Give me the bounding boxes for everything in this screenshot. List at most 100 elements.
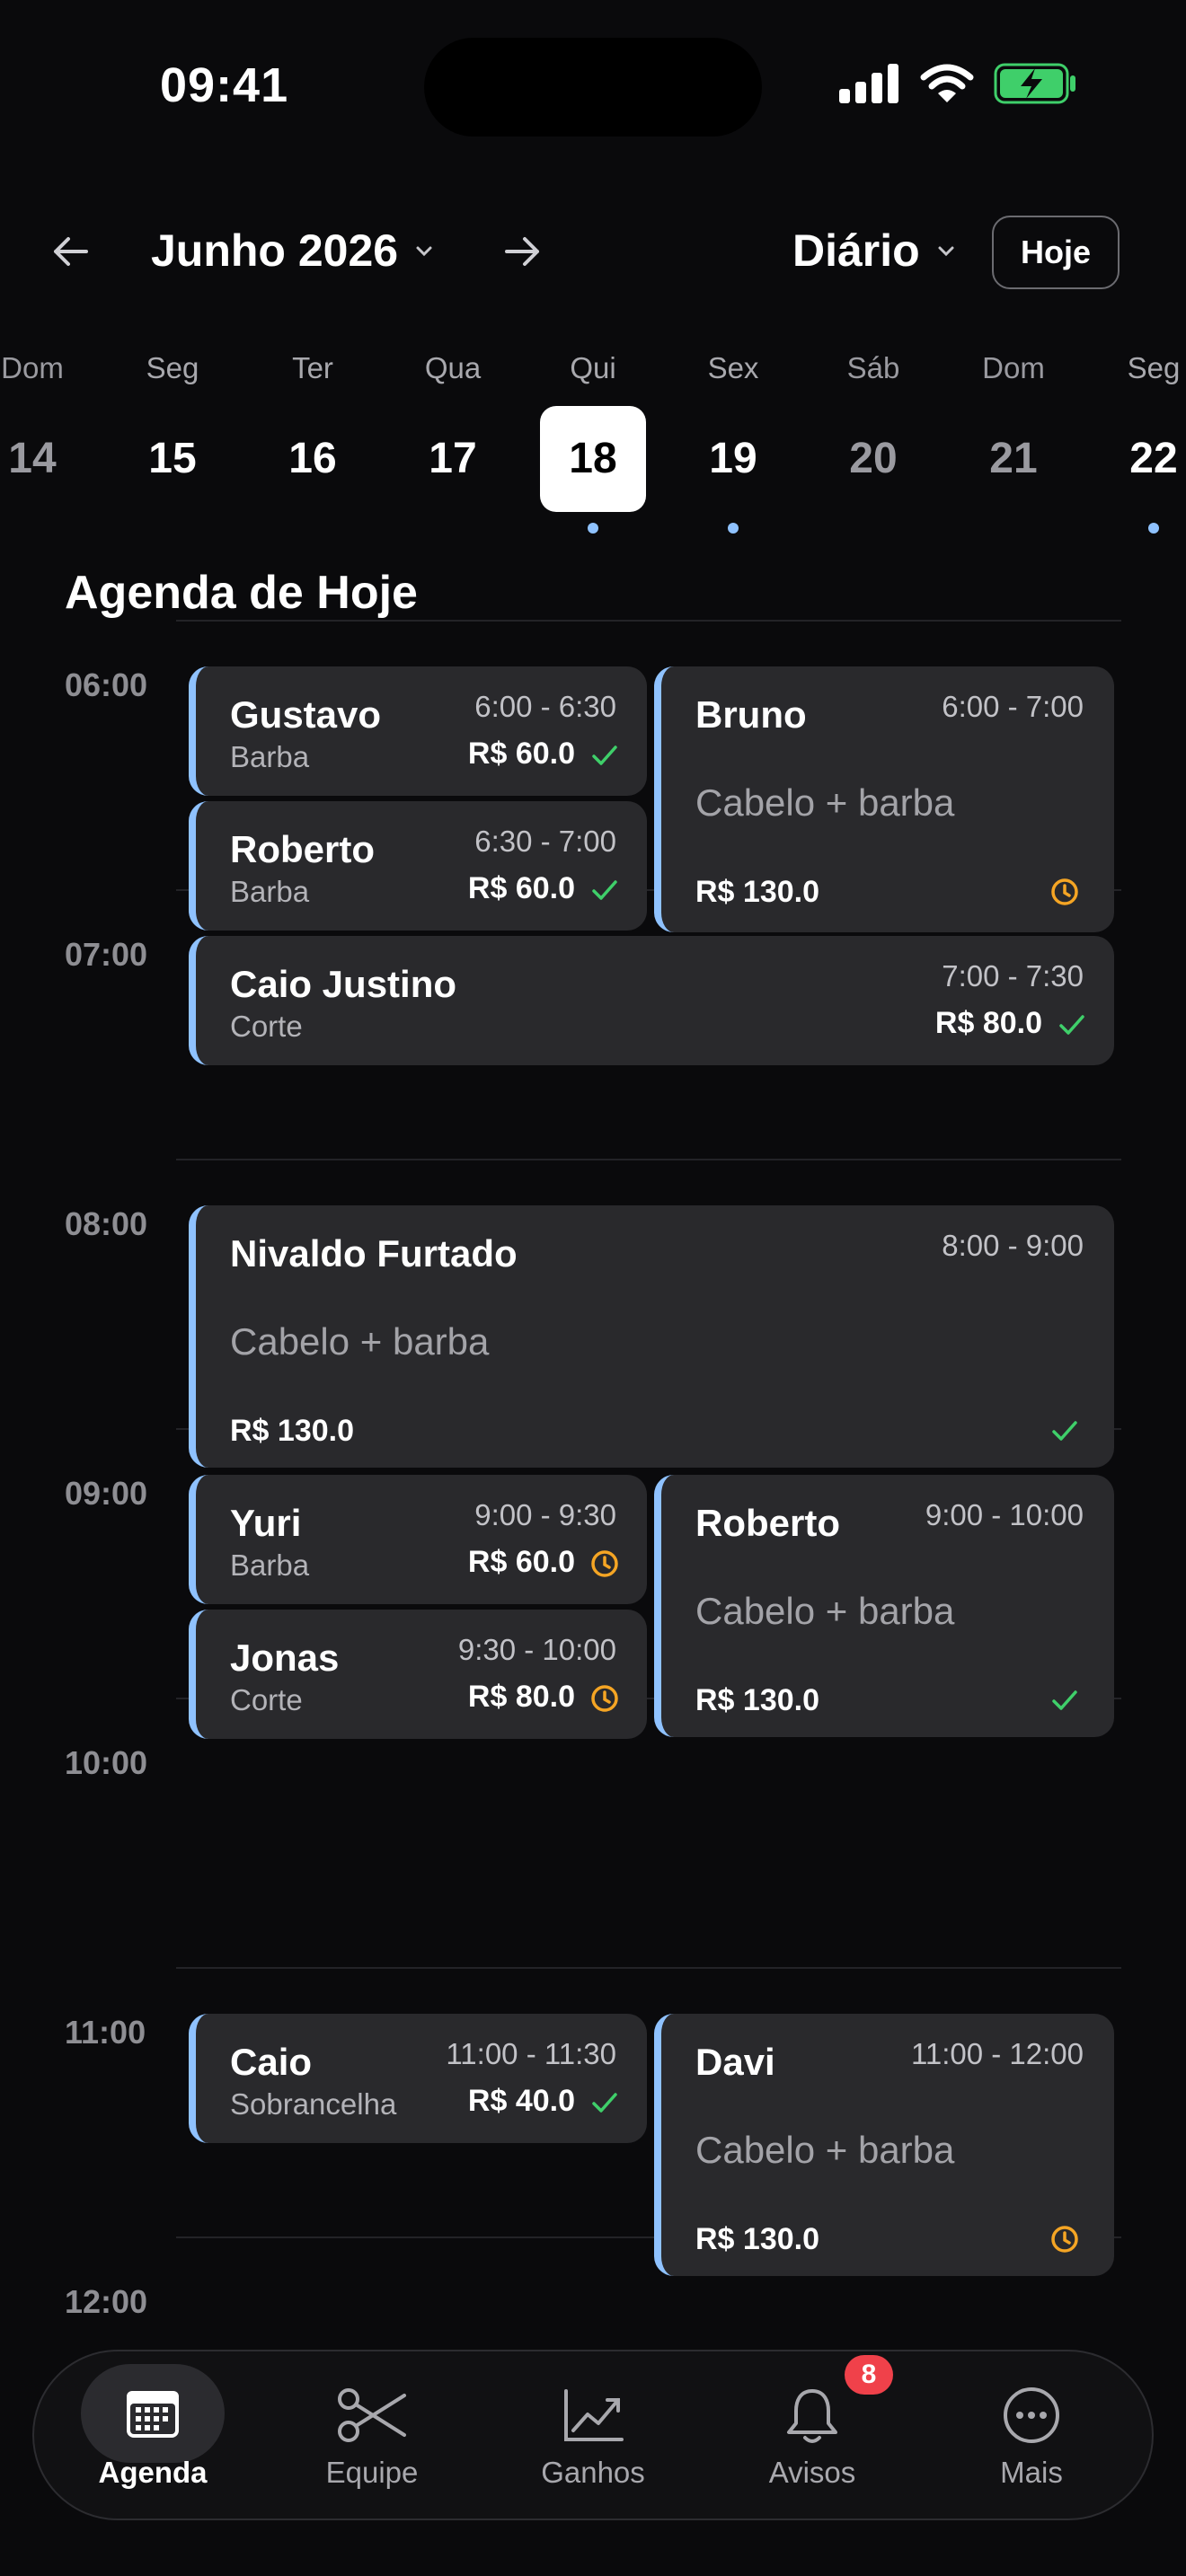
service-name: Cabelo + barba: [695, 781, 955, 824]
check-icon: [592, 880, 617, 900]
tab-agenda-label: Agenda: [98, 2456, 208, 2489]
day-item[interactable]: Sex 19: [670, 348, 796, 534]
day-name: Sáb: [846, 351, 900, 384]
client-name: Davi: [695, 2041, 775, 2083]
status-icons: [839, 63, 1078, 104]
check-icon: [592, 2093, 617, 2113]
appointment-price: R$ 60.0: [467, 871, 575, 905]
chevron-down-icon: [938, 246, 954, 257]
appointment-time: 6:30 - 7:00: [474, 825, 616, 858]
next-month-button[interactable]: [496, 225, 550, 278]
day-number: 17: [429, 435, 477, 482]
appointment-card[interactable]: Bruno Cabelo + barba 6:00 - 7:00 R$ 130.0: [654, 666, 1114, 932]
check-icon: [592, 745, 617, 765]
view-mode-selector[interactable]: Diário: [792, 225, 956, 277]
more-icon: [1004, 2387, 1059, 2443]
day-name: Dom: [1, 351, 64, 384]
tab-agenda[interactable]: [81, 2364, 225, 2463]
day-name: Seg: [146, 351, 199, 384]
clock-icon: [591, 1550, 618, 1577]
appointment-card[interactable]: Jonas Corte 9:30 - 10:00 R$ 80.0: [189, 1610, 647, 1739]
appointment-time: 9:00 - 9:30: [474, 1498, 616, 1531]
day-number: 22: [1129, 435, 1178, 482]
appointment-card[interactable]: Nivaldo Furtado Cabelo + barba 8:00 - 9:00…: [189, 1205, 1114, 1468]
appointment-price: R$ 80.0: [467, 1680, 575, 1714]
month-selector[interactable]: Junho 2026: [151, 225, 434, 277]
tab-label: Equipe: [325, 2456, 419, 2489]
section-title: Agenda de Hoje: [65, 567, 418, 619]
appointment-price: R$ 130.0: [695, 1683, 819, 1717]
hour-label: 07:00: [65, 936, 148, 973]
appointment-time: 9:00 - 10:00: [925, 1498, 1084, 1531]
day-item[interactable]: Dom 14: [0, 348, 95, 512]
chevron-down-icon: [416, 246, 432, 257]
appointment-time: 11:00 - 12:00: [910, 2037, 1084, 2070]
day-number: 19: [709, 435, 757, 482]
service-name: Sobrancelha: [230, 2087, 397, 2121]
appointment-card[interactable]: Davi Cabelo + barba 11:00 - 12:00 R$ 130.0: [654, 2014, 1114, 2276]
client-name: Jonas: [230, 1636, 340, 1679]
previous-month-button[interactable]: [43, 225, 97, 278]
tab-label: Ganhos: [541, 2456, 645, 2489]
appointment-card[interactable]: Roberto Barba 6:30 - 7:00 R$ 60.0: [189, 801, 647, 931]
day-name: Dom: [982, 351, 1045, 384]
appointments-dot: [588, 523, 598, 534]
tab-mais[interactable]: Mais: [952, 2368, 1111, 2502]
wifi-icon: [920, 64, 974, 102]
dynamic-island: [424, 38, 762, 137]
appointment-price: R$ 130.0: [695, 875, 819, 909]
hour-label: 11:00: [65, 2014, 146, 2051]
chart-icon: [564, 2389, 624, 2441]
tab-equipe[interactable]: Equipe: [293, 2368, 451, 2502]
client-name: Gustavo: [230, 693, 382, 736]
client-name: Caio: [230, 2041, 313, 2083]
tab-label: Mais: [1000, 2456, 1063, 2489]
day-item[interactable]: Seg 22: [1091, 348, 1186, 534]
bell-icon: [787, 2389, 837, 2443]
client-name: Bruno: [695, 693, 807, 736]
hour-label: 12:00: [65, 2283, 148, 2320]
day-item[interactable]: Dom 21: [951, 348, 1076, 512]
appointment-time: 6:00 - 7:00: [942, 690, 1084, 723]
day-number: 21: [989, 435, 1038, 482]
appointment-card[interactable]: Caio Justino Corte 7:00 - 7:30 R$ 80.0: [189, 936, 1114, 1065]
day-name: Seg: [1127, 351, 1181, 384]
appointments-dot: [728, 523, 739, 534]
hour-label: 10:00: [65, 1744, 148, 1781]
day-item[interactable]: Qua 17: [390, 348, 516, 512]
clock-icon: [591, 1685, 618, 1712]
appointment-card[interactable]: Yuri Barba 9:00 - 9:30 R$ 60.0: [189, 1475, 647, 1604]
day-name: Qua: [424, 351, 482, 384]
appointment-time: 9:30 - 10:00: [457, 1633, 616, 1666]
appointment-card[interactable]: Caio Sobrancelha 11:00 - 11:30 R$ 40.0: [189, 2014, 647, 2143]
appointment-price: R$ 130.0: [695, 2222, 819, 2256]
hour-label: 09:00: [65, 1475, 148, 1512]
service-name: Barba: [230, 875, 310, 908]
appointment-price: R$ 60.0: [467, 737, 575, 771]
scissors-icon: [338, 2388, 406, 2442]
client-name: Yuri: [230, 1502, 302, 1544]
appointment-card[interactable]: Gustavo Barba 6:00 - 6:30 R$ 60.0: [189, 666, 647, 796]
tab-label: Avisos: [768, 2456, 856, 2489]
day-name: Ter: [292, 351, 333, 384]
appointment-price: R$ 80.0: [934, 1006, 1042, 1040]
appointment-time: 11:00 - 11:30: [446, 2037, 616, 2070]
day-item[interactable]: Qui 18: [530, 348, 656, 534]
service-name: Corte: [230, 1010, 303, 1043]
appointment-price: R$ 130.0: [230, 1414, 354, 1448]
day-item[interactable]: Seg 15: [110, 348, 235, 512]
day-number: 18: [540, 406, 646, 512]
calendar-icon: [127, 2391, 179, 2438]
arrow-right-icon: [505, 237, 539, 266]
appointment-card[interactable]: Roberto Cabelo + barba 9:00 - 10:00 R$ 130.…: [654, 1475, 1114, 1737]
day-item[interactable]: Ter 16: [250, 348, 376, 512]
appointment-time: 8:00 - 9:00: [942, 1229, 1084, 1262]
today-button[interactable]: Hoje: [992, 216, 1120, 289]
tab-ganhos[interactable]: Ganhos: [514, 2368, 672, 2502]
check-icon: [1052, 1690, 1077, 1710]
service-name: Cabelo + barba: [230, 1320, 490, 1363]
clock-icon: [1051, 878, 1078, 905]
month-label: Junho 2026: [151, 225, 399, 276]
service-name: Corte: [230, 1683, 303, 1716]
day-item[interactable]: Sáb 20: [810, 348, 936, 512]
